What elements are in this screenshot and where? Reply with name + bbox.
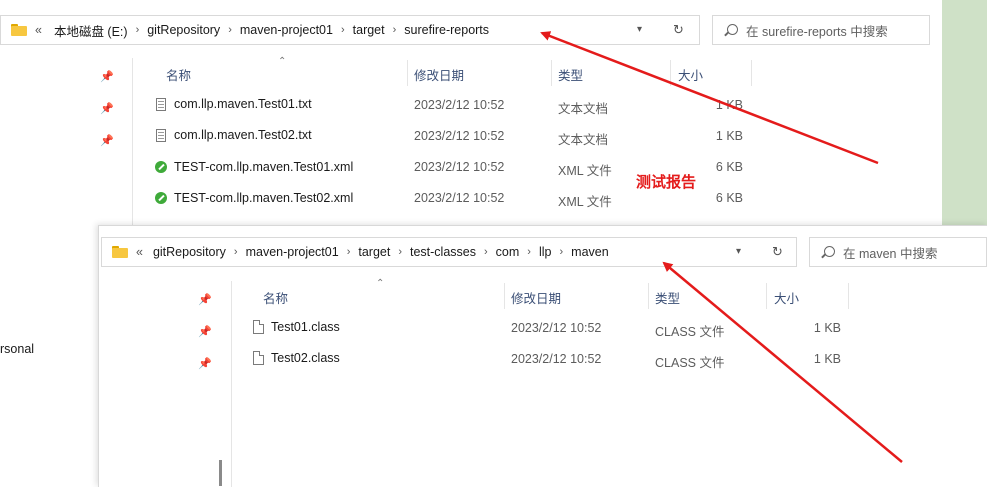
annotation-arrow: [540, 31, 879, 165]
annotation-arrow: [662, 261, 903, 463]
annotation-arrows: [540, 31, 903, 463]
